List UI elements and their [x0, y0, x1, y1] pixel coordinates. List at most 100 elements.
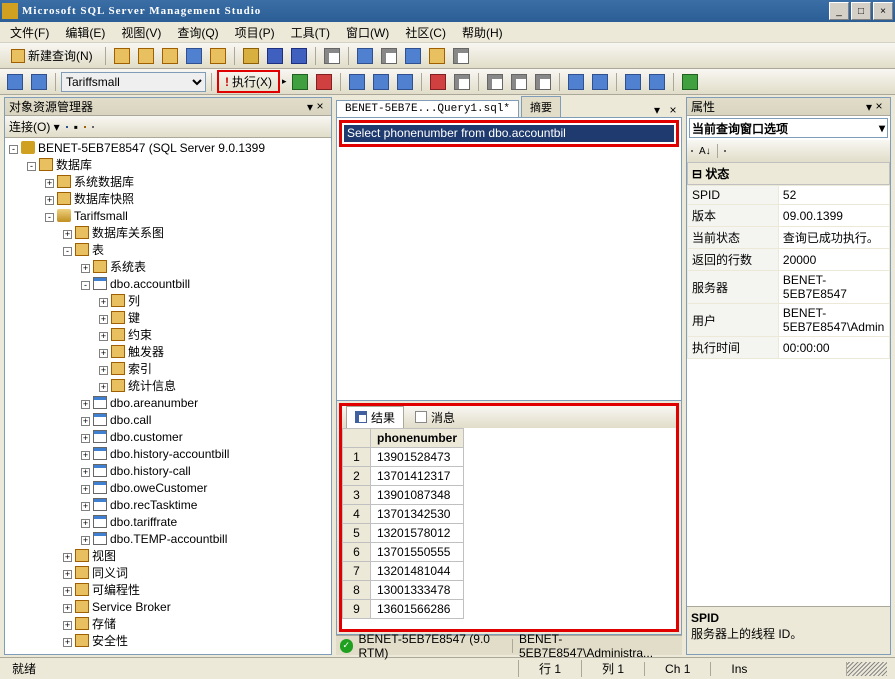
tb-btn[interactable] — [451, 72, 473, 92]
tb-btn[interactable] — [346, 72, 368, 92]
tab-summary[interactable]: 摘要 — [521, 96, 561, 117]
cell[interactable]: 13701412317 — [371, 467, 464, 486]
sql-editor[interactable]: Select phonenumber from dbo.accountbil — [336, 117, 682, 401]
tree-toggle[interactable]: - — [27, 162, 36, 171]
tb-btn[interactable] — [111, 46, 133, 66]
prop-key[interactable]: 当前状态 — [688, 227, 779, 249]
tree-toggle[interactable]: + — [81, 434, 90, 443]
tb-btn[interactable] — [450, 46, 472, 66]
row-header[interactable]: 1 — [343, 448, 371, 467]
tree-toggle[interactable]: - — [63, 247, 72, 256]
refresh-icon[interactable] — [66, 126, 68, 128]
tree-toggle[interactable]: + — [81, 451, 90, 460]
tb-btn[interactable] — [28, 72, 50, 92]
tree-toggle[interactable]: + — [45, 196, 54, 205]
row-header[interactable]: 5 — [343, 524, 371, 543]
tb-btn[interactable] — [426, 46, 448, 66]
tb-btn[interactable] — [183, 46, 205, 66]
tree-toggle[interactable]: - — [9, 145, 18, 154]
category-header[interactable]: ⊟ 状态 — [687, 162, 890, 185]
tree-toggle[interactable]: + — [63, 230, 72, 239]
sql-text[interactable]: Select phonenumber from dbo.accountbil — [347, 126, 566, 140]
categorize-icon[interactable] — [691, 150, 693, 152]
resize-grip-icon[interactable] — [846, 662, 887, 676]
tb-btn[interactable] — [135, 46, 157, 66]
tb-btn[interactable] — [354, 46, 376, 66]
cell[interactable]: 13201481044 — [371, 562, 464, 581]
row-header[interactable]: 9 — [343, 600, 371, 619]
tb-btn[interactable] — [565, 72, 587, 92]
menu-edit[interactable]: 编辑(E) — [59, 22, 111, 43]
tb-btn[interactable] — [4, 72, 26, 92]
tb-btn[interactable] — [679, 72, 701, 92]
menu-project[interactable]: 项目(P) — [229, 22, 281, 43]
tree-toggle[interactable]: - — [45, 213, 54, 222]
tb-btn[interactable] — [622, 72, 644, 92]
parse-button[interactable] — [289, 72, 311, 92]
tree-toggle[interactable]: + — [81, 264, 90, 273]
tab-close-icon[interactable]: × — [666, 103, 680, 117]
cell[interactable]: 13001333478 — [371, 581, 464, 600]
tree-toggle[interactable]: + — [63, 638, 72, 647]
tree-toggle[interactable]: + — [63, 604, 72, 613]
close-icon[interactable]: × — [313, 100, 327, 114]
prop-key[interactable]: 用户 — [688, 304, 779, 337]
tree-toggle[interactable]: + — [45, 179, 54, 188]
prop-key[interactable]: 返回的行数 — [688, 249, 779, 271]
dropdown-icon[interactable]: ▸ — [282, 76, 287, 87]
tb-btn[interactable] — [394, 72, 416, 92]
tab-query[interactable]: BENET-5EB7E...Query1.sql* — [336, 100, 519, 117]
tb-btn[interactable] — [402, 46, 424, 66]
menu-help[interactable]: 帮助(H) — [456, 22, 509, 43]
tree-toggle[interactable]: + — [99, 332, 108, 341]
column-header[interactable]: phonenumber — [371, 429, 464, 448]
tb-btn[interactable] — [532, 72, 554, 92]
tree-toggle[interactable]: + — [81, 400, 90, 409]
tree-toggle[interactable]: + — [63, 570, 72, 579]
tb-btn[interactable] — [159, 46, 181, 66]
tree-toggle[interactable]: + — [99, 383, 108, 392]
menu-file[interactable]: 文件(F) — [4, 22, 55, 43]
property-selection[interactable]: 当前查询窗口选项 ▾ — [689, 118, 888, 138]
tab-results[interactable]: 结果 — [346, 406, 404, 429]
cell[interactable]: 13701550555 — [371, 543, 464, 562]
row-header[interactable]: 2 — [343, 467, 371, 486]
open-button[interactable] — [240, 46, 262, 66]
tb-btn[interactable] — [207, 46, 229, 66]
cell[interactable]: 13701342530 — [371, 505, 464, 524]
properties-icon[interactable] — [724, 150, 726, 152]
row-header[interactable]: 4 — [343, 505, 371, 524]
row-header[interactable]: 8 — [343, 581, 371, 600]
save-button[interactable] — [264, 46, 286, 66]
cancel-button[interactable] — [313, 72, 335, 92]
tb-btn[interactable] — [589, 72, 611, 92]
tree-toggle[interactable]: + — [63, 553, 72, 562]
tb-btn[interactable] — [427, 72, 449, 92]
dropdown-icon[interactable]: ▾ — [879, 121, 885, 135]
cell[interactable]: 13901528473 — [371, 448, 464, 467]
close-button[interactable]: × — [873, 2, 893, 20]
connect-dropdown[interactable]: 连接(O) ▾ — [9, 118, 60, 135]
tree-toggle[interactable]: + — [63, 621, 72, 630]
tab-messages[interactable]: 消息 — [406, 406, 464, 429]
tree-toggle[interactable]: - — [81, 281, 90, 290]
tb-btn[interactable] — [321, 46, 343, 66]
tb-btn[interactable] — [484, 72, 506, 92]
tree-toggle[interactable]: + — [99, 315, 108, 324]
row-header[interactable]: 3 — [343, 486, 371, 505]
tree-toggle[interactable]: + — [99, 298, 108, 307]
tb-btn[interactable] — [370, 72, 392, 92]
result-grid[interactable]: phonenumber 113901528473 213701412317 31… — [342, 428, 676, 629]
new-query-button[interactable]: 新建查询(N) — [4, 46, 100, 66]
menu-tools[interactable]: 工具(T) — [285, 22, 336, 43]
menu-community[interactable]: 社区(C) — [399, 22, 452, 43]
execute-button[interactable]: ! 执行(X) — [217, 70, 280, 93]
tree-toggle[interactable]: + — [99, 366, 108, 375]
tree-toggle[interactable]: + — [81, 536, 90, 545]
tree-toggle[interactable]: + — [81, 417, 90, 426]
menu-query[interactable]: 查询(Q) — [171, 22, 224, 43]
prop-key[interactable]: SPID — [688, 186, 779, 205]
row-header[interactable]: 7 — [343, 562, 371, 581]
tree-toggle[interactable]: + — [63, 587, 72, 596]
tb-btn[interactable] — [378, 46, 400, 66]
